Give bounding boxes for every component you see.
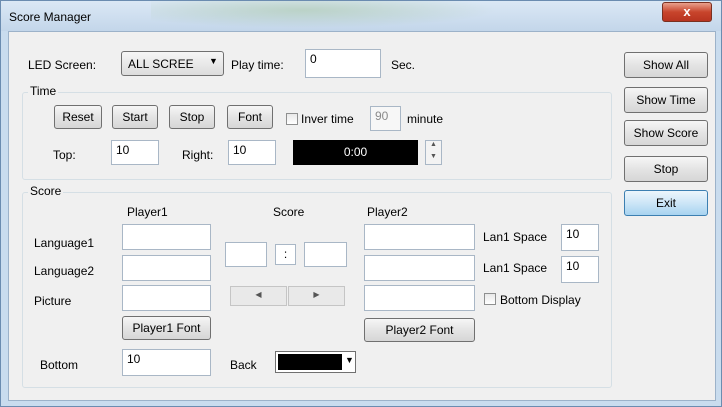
time-group (22, 92, 612, 180)
lan1-space-input-1[interactable]: 10 (561, 224, 599, 251)
player1-language2-input[interactable] (122, 255, 211, 281)
score-separator: : (275, 244, 296, 265)
led-screen-value: ALL SCREE (128, 57, 194, 71)
player1-header: Player1 (127, 205, 168, 219)
show-score-button[interactable]: Show Score (624, 120, 708, 146)
play-time-input[interactable]: 0 (305, 49, 381, 78)
player2-language2-input[interactable] (364, 255, 475, 281)
close-icon: x (683, 4, 691, 19)
player1-language1-input[interactable] (122, 224, 211, 250)
top-input[interactable]: 10 (111, 140, 159, 165)
title-bar[interactable]: Score Manager x (1, 1, 721, 31)
time-stop-button[interactable]: Stop (169, 105, 215, 129)
back-label: Back (230, 358, 257, 372)
chevron-down-icon: ▼ (345, 355, 354, 365)
close-button[interactable]: x (662, 2, 712, 22)
bottom-label: Bottom (40, 358, 79, 372)
led-screen-select[interactable]: ALL SCREE ▼ (121, 51, 224, 76)
player1-font-button[interactable]: Player1 Font (122, 316, 211, 340)
score-header: Score (273, 205, 305, 219)
language1-label: Language1 (34, 236, 95, 250)
right-input[interactable]: 10 (228, 140, 276, 165)
bottom-input[interactable]: 10 (122, 349, 211, 376)
top-label: Top: (53, 148, 76, 162)
reset-button[interactable]: Reset (54, 105, 102, 129)
inver-time-label: Inver time (301, 112, 354, 126)
player2-language1-input[interactable] (364, 224, 475, 250)
time-group-title: Time (28, 84, 59, 98)
side-stop-button[interactable]: Stop (624, 156, 708, 182)
language2-label: Language2 (34, 264, 95, 278)
player2-font-button[interactable]: Player2 Font (364, 318, 475, 342)
time-clock-display: 0:00 (293, 140, 418, 165)
spin-down-icon[interactable]: ▼ (426, 153, 441, 165)
back-color-swatch (278, 354, 342, 370)
bottom-display-checkbox[interactable] (484, 293, 496, 305)
minute-label: minute (407, 112, 444, 126)
play-time-label: Play time: (231, 58, 284, 72)
start-button[interactable]: Start (112, 105, 158, 129)
inver-time-checkbox[interactable] (286, 113, 298, 125)
scroll-right-button[interactable]: ▶ (288, 286, 345, 306)
lan1-space-label-1: Lan1 Space (483, 230, 548, 244)
window-title: Score Manager (9, 10, 92, 24)
client-area: LED Screen: ALL SCREE ▼ Play time: 0 Sec… (8, 31, 716, 401)
player1-picture-input[interactable] (122, 285, 211, 311)
player2-header: Player2 (367, 205, 408, 219)
show-all-button[interactable]: Show All (624, 52, 708, 78)
sec-label: Sec. (391, 58, 416, 72)
show-time-button[interactable]: Show Time (624, 87, 708, 113)
spin-up-icon[interactable]: ▲ (426, 141, 441, 153)
score-manager-window: Score Manager x LED Screen: ALL SCREE ▼ … (0, 0, 722, 407)
font-button[interactable]: Font (227, 105, 273, 129)
lan1-space-label-2: Lan1 Space (483, 261, 548, 275)
bottom-display-label: Bottom Display (500, 293, 581, 307)
inver-time-input[interactable]: 90 (370, 106, 401, 131)
right-label: Right: (182, 148, 214, 162)
player2-picture-input[interactable] (364, 285, 475, 311)
led-screen-label: LED Screen: (28, 58, 97, 72)
exit-button[interactable]: Exit (624, 190, 708, 216)
back-color-picker[interactable]: ▼ (275, 351, 356, 373)
clock-spinner[interactable]: ▲ ▼ (425, 140, 442, 165)
arrow-right-icon: ▶ (313, 290, 320, 299)
score-group-title: Score (28, 184, 64, 198)
chevron-down-icon: ▼ (209, 56, 218, 66)
player1-score-input[interactable] (225, 242, 267, 267)
player2-score-input[interactable] (304, 242, 347, 267)
arrow-left-icon: ◀ (255, 290, 262, 299)
lan1-space-input-2[interactable]: 10 (561, 256, 599, 283)
titlebar-decoration (151, 1, 531, 31)
picture-label: Picture (34, 294, 72, 308)
scroll-left-button[interactable]: ◀ (230, 286, 287, 306)
